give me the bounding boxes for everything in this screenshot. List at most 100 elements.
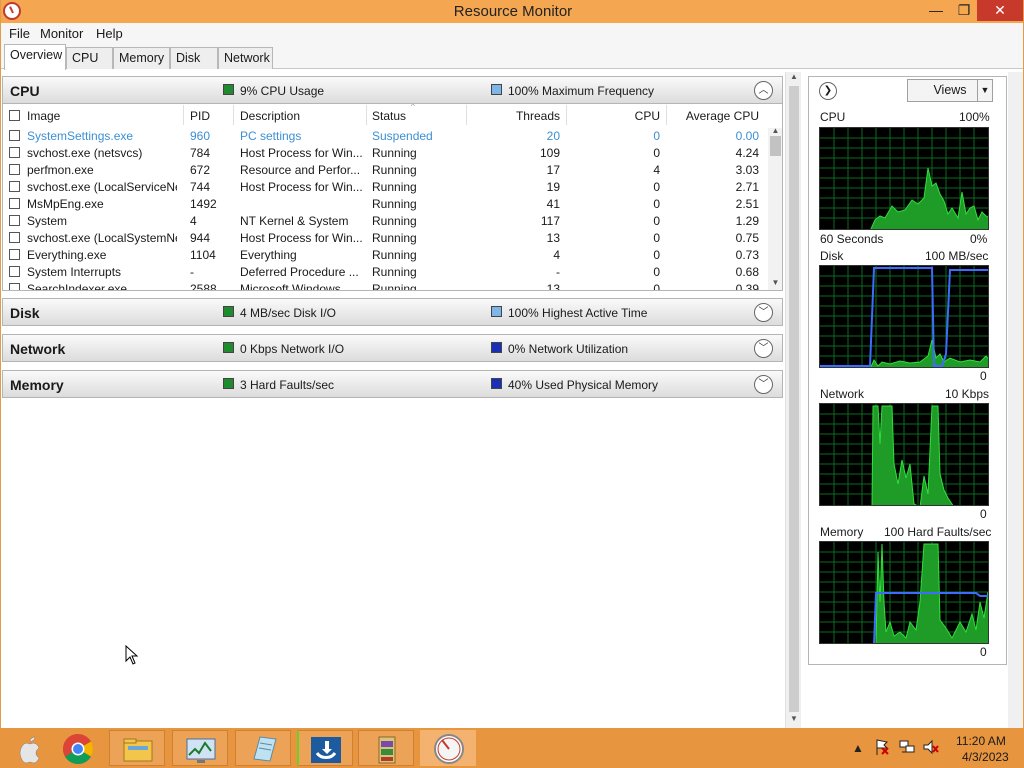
install-icon[interactable] [297, 730, 353, 766]
network-section-header[interactable]: Network 0 Kbps Network I/O 0% Network Ut… [2, 334, 783, 362]
notepad-icon[interactable] [235, 730, 291, 766]
tab-cpu[interactable]: CPU [66, 47, 113, 69]
main-scroll-down-icon[interactable]: ▼ [786, 714, 802, 728]
cpu-graph [819, 127, 989, 230]
table-row[interactable]: svchost.exe (LocalServiceNet... 744 Host P… [3, 179, 768, 196]
row-checkbox[interactable] [9, 249, 20, 260]
file-explorer-icon[interactable] [109, 730, 165, 766]
cell-image: SystemSettings.exe [27, 129, 134, 143]
perfmon-icon[interactable] [420, 730, 476, 766]
scroll-thumb[interactable] [770, 136, 781, 156]
disk-section-header[interactable]: Disk 4 MB/sec Disk I/O 100% Highest Acti… [2, 298, 783, 326]
tab-network[interactable]: Network [218, 47, 273, 69]
minimize-button[interactable]: — [921, 0, 951, 21]
show-hidden-icons-icon[interactable]: ▲ [852, 741, 864, 768]
network-io-swatch [223, 342, 234, 353]
cell-threads: 41 [546, 197, 560, 211]
row-checkbox[interactable] [9, 283, 20, 290]
expand-network-chevron-down-icon[interactable]: ﹀ [754, 339, 773, 358]
right-panel-scrollbar[interactable] [1008, 72, 1023, 728]
col-average-cpu[interactable]: Average CPU [666, 109, 759, 125]
disk-graph-label: Disk [820, 249, 844, 263]
memory-section-header[interactable]: Memory 3 Hard Faults/sec 40% Used Physic… [2, 370, 783, 398]
cell-status: Running [372, 180, 417, 194]
cell-status: Running [372, 197, 417, 211]
expand-panel-chevron-right-icon[interactable]: ❯ [819, 82, 837, 100]
resource-monitor-icon[interactable] [172, 730, 228, 766]
table-row[interactable]: Everything.exe 1104 Everything Running 4 0 0.7… [3, 247, 768, 264]
table-header: Image PID Description ^ Status Threads C… [3, 104, 768, 128]
table-row[interactable]: SystemSettings.exe 960 PC settings Suspende… [3, 128, 768, 145]
restore-button[interactable]: ❐ [949, 0, 979, 21]
table-row[interactable]: perfmon.exe 672 Resource and Perfor... Runn… [3, 162, 768, 179]
volume-muted-icon[interactable] [922, 738, 940, 768]
network-section-title: Network [10, 341, 66, 357]
network-graph [819, 403, 989, 506]
cell-threads: 109 [539, 146, 560, 160]
row-checkbox[interactable] [9, 181, 20, 192]
row-checkbox[interactable] [9, 130, 20, 141]
tab-memory[interactable]: Memory [113, 47, 170, 69]
cell-pid: 784 [190, 146, 211, 160]
menu-file[interactable]: File [9, 26, 30, 41]
col-status[interactable]: Status [372, 109, 406, 125]
chrome-icon[interactable] [50, 730, 106, 766]
cell-image: perfmon.exe [27, 163, 94, 177]
expand-memory-chevron-down-icon[interactable]: ﹀ [754, 375, 773, 394]
clock-date[interactable]: 4/3/2023 [962, 750, 1009, 764]
table-row[interactable]: System Interrupts - Deferred Procedure ...… [3, 264, 768, 281]
network-status-icon[interactable] [898, 738, 916, 768]
cell-cpu: 0 [653, 265, 660, 279]
cell-average-cpu: 0.39 [735, 282, 759, 291]
cell-image: System [27, 214, 68, 228]
row-checkbox[interactable] [9, 266, 20, 277]
cell-status: Running [372, 231, 417, 245]
main-scroll-thumb[interactable] [789, 86, 799, 712]
row-checkbox[interactable] [9, 198, 20, 209]
table-scrollbar[interactable]: ▲ ▼ [768, 126, 782, 290]
archive-icon[interactable] [358, 730, 414, 766]
row-checkbox[interactable] [9, 147, 20, 158]
action-center-flag-icon[interactable] [874, 738, 890, 768]
col-threads[interactable]: Threads [466, 109, 560, 125]
row-checkbox[interactable] [9, 232, 20, 243]
select-all-checkbox[interactable] [9, 110, 20, 121]
table-row[interactable]: svchost.exe (LocalSystemNet... 944 Host Pr… [3, 230, 768, 247]
expand-disk-chevron-down-icon[interactable]: ﹀ [754, 303, 773, 322]
col-cpu[interactable]: CPU [566, 109, 660, 125]
tab-overview[interactable]: Overview [4, 44, 66, 70]
tab-disk[interactable]: Disk [170, 47, 218, 69]
cell-pid: 944 [190, 231, 211, 245]
scroll-down-icon[interactable]: ▼ [768, 276, 782, 290]
memory-graph-max: 100 Hard Faults/sec [884, 525, 992, 539]
memory-section-title: Memory [10, 377, 64, 393]
menu-help[interactable]: Help [96, 26, 123, 41]
close-button[interactable]: ✕ [977, 0, 1023, 21]
menu-bar: File Monitor Help [1, 23, 1023, 43]
cell-description: NT Kernel & System [240, 214, 349, 228]
table-row[interactable]: MsMpEng.exe 1492 Running 41 0 2.51 [3, 196, 768, 213]
cell-image: svchost.exe (LocalSystemNet... [27, 231, 177, 245]
tab-bar: Overview CPU Memory Disk Network [1, 43, 1023, 70]
col-pid[interactable]: PID [190, 109, 210, 125]
table-row[interactable]: svchost.exe (netsvcs) 784 Host Process for… [3, 145, 768, 162]
disk-graph [819, 265, 989, 368]
table-row[interactable]: System 4 NT Kernel & System Running 117 0 1.29 [3, 213, 768, 230]
main-scroll-up-icon[interactable]: ▲ [786, 72, 802, 86]
cell-threads: 20 [546, 129, 560, 143]
cell-image: MsMpEng.exe [27, 197, 104, 211]
cell-average-cpu: 0.68 [735, 265, 759, 279]
row-checkbox[interactable] [9, 164, 20, 175]
cpu-section-title: CPU [10, 83, 40, 99]
clock-time[interactable]: 11:20 AM [956, 734, 1006, 748]
table-row[interactable]: SearchIndexer.exe 2588 Microsoft Windows .… [3, 281, 768, 291]
row-checkbox[interactable] [9, 215, 20, 226]
views-dropdown-chevron-icon[interactable]: ▼ [977, 79, 993, 102]
menu-monitor[interactable]: Monitor [40, 26, 83, 41]
collapse-cpu-chevron-up-icon[interactable]: ︿ [754, 81, 773, 100]
col-description[interactable]: Description [240, 109, 300, 125]
main-scrollbar[interactable]: ▲ ▼ [785, 72, 801, 728]
col-image[interactable]: Image [27, 109, 60, 125]
cell-pid: 2588 [190, 282, 217, 291]
cpu-section-header[interactable]: CPU 9% CPU Usage 100% Maximum Frequency … [2, 76, 783, 104]
